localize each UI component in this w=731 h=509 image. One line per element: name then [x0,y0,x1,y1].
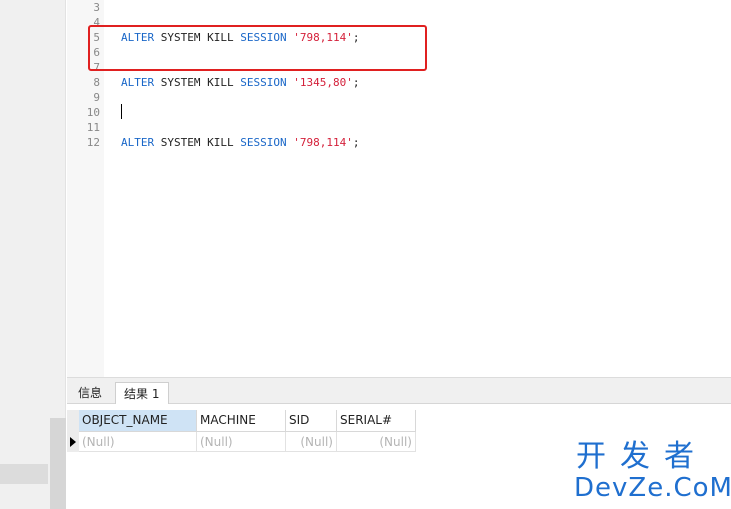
grid-cell-machine[interactable]: (Null) [197,432,286,452]
sql-keyword: ALTER [121,136,155,149]
grid-cell-object-name[interactable]: (Null) [79,432,197,452]
sql-terminator: ; [352,76,360,89]
sql-keyword: ALTER [121,76,155,89]
line-number: 11 [86,121,100,134]
result-tab-bar: 信息 结果 1 [67,377,731,405]
object-browser-strip [0,464,48,484]
object-browser-scrollbar[interactable] [50,418,66,509]
line-number: 12 [86,136,100,149]
line-number: 9 [93,91,100,104]
code-line-12[interactable]: ALTER SYSTEM KILL SESSION '798,114'; [121,135,359,150]
text-caret [121,104,122,119]
line-number: 8 [93,76,100,89]
sql-string-literal: '798,114' [293,136,353,149]
sql-keyword: SESSION [240,76,287,89]
current-row-arrow-icon [70,437,76,447]
sql-identifier: KILL [207,76,234,89]
sql-terminator: ; [352,136,360,149]
column-header-serial[interactable]: SERIAL# [337,410,416,432]
line-number: 3 [93,1,100,14]
grid-cell-serial[interactable]: (Null) [337,432,416,452]
watermark-logo: 开发者 DevZe.CoM [570,439,731,504]
line-number: 10 [86,106,100,119]
sql-identifier: KILL [207,136,234,149]
sql-keyword: SESSION [240,136,287,149]
code-line-8[interactable]: ALTER SYSTEM KILL SESSION '1345,80'; [121,75,359,90]
column-header-sid[interactable]: SID [286,410,337,432]
annotation-highlight-box [88,25,427,71]
column-header-object-name[interactable]: OBJECT_NAME [79,410,197,432]
tab-info[interactable]: 信息 [70,382,114,405]
tab-result-1[interactable]: 结果 1 [115,382,169,405]
grid-cell-sid[interactable]: (Null) [286,432,337,452]
watermark-en: DevZe.CoM [574,473,731,503]
column-header-machine[interactable]: MACHINE [197,410,286,432]
sql-identifier: SYSTEM [160,76,201,89]
sql-identifier: SYSTEM [160,136,201,149]
sql-string-literal: '1345,80' [293,76,353,89]
watermark-cn: 开发者 [576,439,708,474]
